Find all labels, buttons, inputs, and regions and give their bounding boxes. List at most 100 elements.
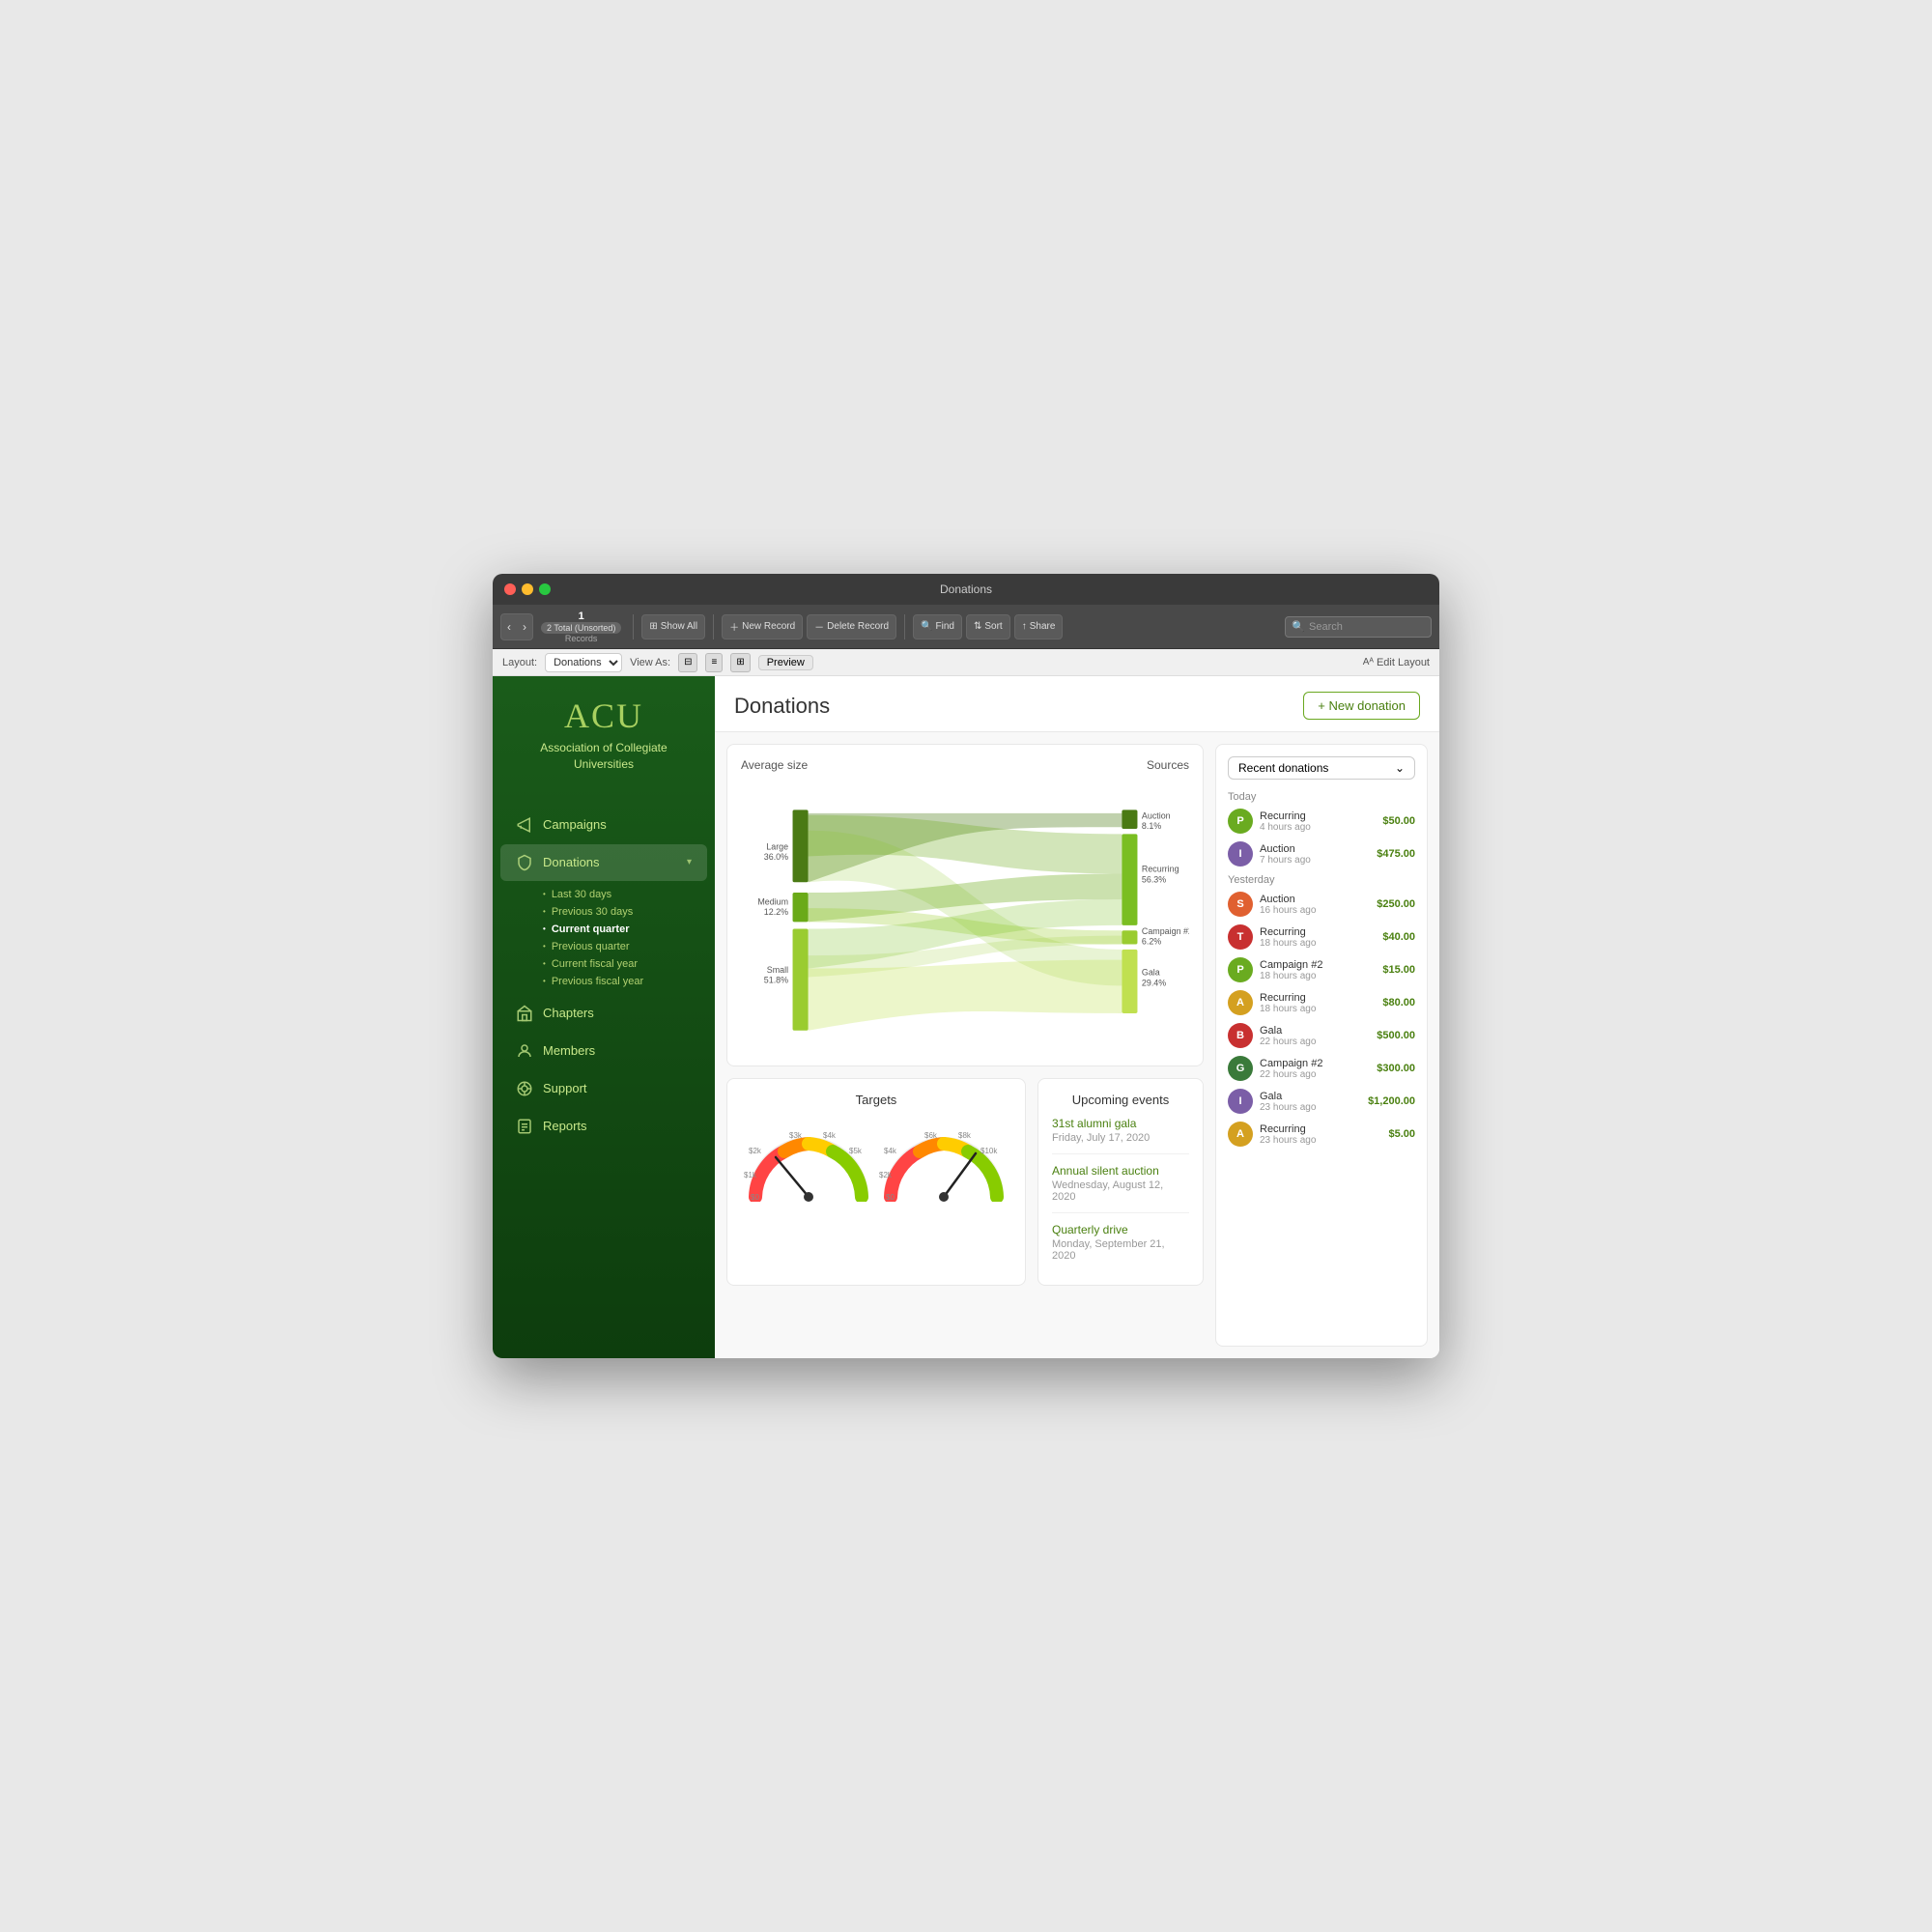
event-item-2: Quarterly drive Monday, September 21, 20… — [1052, 1223, 1189, 1271]
donation-amount-a1: $80.00 — [1382, 997, 1415, 1009]
svg-text:$5k: $5k — [849, 1147, 863, 1155]
sub-nav-prev-fiscal[interactable]: Previous fiscal year — [535, 973, 715, 990]
records-info: 1 2 Total (Unsorted) Records — [541, 611, 621, 643]
close-button[interactable] — [504, 583, 516, 595]
chart-header: Average size Sources — [741, 758, 1189, 772]
toolbar-separator-2 — [713, 614, 714, 639]
event-date-0: Friday, July 17, 2020 — [1052, 1132, 1189, 1144]
sub-nav-last30[interactable]: Last 30 days — [535, 886, 715, 903]
back-button[interactable]: ‹ — [501, 614, 517, 639]
svg-text:$4k: $4k — [884, 1147, 897, 1155]
sub-nav-label: Previous fiscal year — [552, 976, 643, 987]
view-list-button[interactable]: ≡ — [705, 653, 723, 672]
sidebar-item-chapters[interactable]: Chapters — [500, 995, 707, 1032]
donation-time-a1: 18 hours ago — [1260, 1004, 1376, 1014]
edit-layout-button[interactable]: Aᴬ Edit Layout — [1363, 657, 1430, 668]
content-header: Donations + New donation — [715, 676, 1439, 732]
recent-donations-dropdown[interactable]: Recent donations ⌄ — [1228, 756, 1415, 780]
donation-amount-a2: $5.00 — [1388, 1128, 1415, 1140]
sidebar-item-members[interactable]: Members — [500, 1033, 707, 1069]
chevron-down-icon: ▾ — [687, 857, 692, 867]
event-name-2[interactable]: Quarterly drive — [1052, 1223, 1189, 1236]
layout-select[interactable]: Donations — [545, 653, 622, 672]
svg-text:$0: $0 — [751, 1193, 759, 1202]
minimize-button[interactable] — [522, 583, 533, 595]
delete-record-label: Delete Record — [827, 621, 889, 632]
sort-label: Sort — [984, 621, 1002, 632]
donation-amount-b: $500.00 — [1377, 1030, 1415, 1041]
today-label: Today — [1228, 791, 1415, 803]
recent-header: Recent donations ⌄ — [1228, 756, 1415, 780]
sub-nav-current-fiscal[interactable]: Current fiscal year — [535, 955, 715, 973]
maximize-button[interactable] — [539, 583, 551, 595]
donor-avatar-a2: A — [1228, 1122, 1253, 1147]
sidebar-item-support[interactable]: Support — [500, 1070, 707, 1107]
bottom-panels: Targets — [726, 1078, 1204, 1286]
sub-nav-prev-quarter[interactable]: Previous quarter — [535, 938, 715, 955]
delete-record-button[interactable]: － Delete Record — [807, 614, 896, 639]
donation-info-a1: Recurring 18 hours ago — [1260, 992, 1376, 1014]
sub-nav-label: Last 30 days — [552, 889, 611, 900]
donation-amount-s: $250.00 — [1377, 898, 1415, 910]
megaphone-icon — [516, 816, 533, 834]
find-label: Find — [936, 621, 954, 632]
event-name-0[interactable]: 31st alumni gala — [1052, 1117, 1189, 1130]
show-all-button[interactable]: ⊞ Show All — [641, 614, 705, 639]
sort-button[interactable]: ⇅ Sort — [966, 614, 1010, 639]
members-label: Members — [543, 1043, 595, 1058]
right-panel: Recent donations ⌄ Today P Recurring 4 h… — [1215, 744, 1428, 1347]
support-icon — [516, 1080, 533, 1097]
gauge-2-svg: $0 $2k $4k $6k $8k $10k — [876, 1124, 1011, 1202]
svg-text:$2k: $2k — [749, 1147, 762, 1155]
new-donation-button[interactable]: + New donation — [1303, 692, 1420, 720]
donation-info-p1: Recurring 4 hours ago — [1260, 810, 1376, 833]
layout-label: Layout: — [502, 657, 537, 668]
sankey-svg: Large 36.0% Medium 12.2% Small 51.8% Auc… — [741, 781, 1189, 1052]
sidebar-item-campaigns[interactable]: Campaigns — [500, 807, 707, 843]
support-label: Support — [543, 1081, 587, 1095]
view-form-button[interactable]: ⊟ — [678, 653, 697, 672]
sub-nav-current-quarter[interactable]: Current quarter — [535, 921, 715, 938]
preview-button[interactable]: Preview — [758, 655, 813, 670]
donation-time-i2: 23 hours ago — [1260, 1102, 1361, 1113]
yesterday-section: Yesterday S Auction 16 hours ago $250.00… — [1228, 874, 1415, 1147]
donor-avatar-p1: P — [1228, 809, 1253, 834]
donation-amount-p2: $15.00 — [1382, 964, 1415, 976]
share-icon: ↑ — [1022, 621, 1027, 632]
event-item-0: 31st alumni gala Friday, July 17, 2020 — [1052, 1117, 1189, 1154]
event-name-1[interactable]: Annual silent auction — [1052, 1164, 1189, 1178]
donations-label: Donations — [543, 855, 600, 869]
page-title: Donations — [734, 694, 830, 719]
svg-text:$4k: $4k — [823, 1131, 837, 1140]
traffic-lights — [504, 583, 551, 595]
forward-button[interactable]: › — [517, 614, 532, 639]
donor-avatar-a1: A — [1228, 990, 1253, 1015]
donation-item-p1: P Recurring 4 hours ago $50.00 — [1228, 809, 1415, 834]
donation-type-a1: Recurring — [1260, 992, 1376, 1004]
new-record-button[interactable]: ＋ New Record — [722, 614, 803, 639]
donation-type-p2: Campaign #2 — [1260, 959, 1376, 971]
sidebar-item-reports[interactable]: Reports — [500, 1108, 707, 1145]
svg-text:6.2%: 6.2% — [1142, 937, 1161, 947]
share-button[interactable]: ↑ Share — [1014, 614, 1064, 639]
view-table-button[interactable]: ⊞ — [730, 653, 750, 672]
view-as-label: View As: — [630, 657, 670, 668]
donation-item-a1: A Recurring 18 hours ago $80.00 — [1228, 990, 1415, 1015]
donation-type-t: Recurring — [1260, 926, 1376, 938]
donation-time-a2: 23 hours ago — [1260, 1135, 1381, 1146]
donation-info-t: Recurring 18 hours ago — [1260, 926, 1376, 949]
donation-type-b: Gala — [1260, 1025, 1370, 1037]
svg-text:$8k: $8k — [958, 1131, 972, 1140]
sub-nav-label: Previous 30 days — [552, 906, 633, 918]
find-button[interactable]: 🔍 Find — [913, 614, 962, 639]
donation-info-a2: Recurring 23 hours ago — [1260, 1123, 1381, 1146]
sidebar-item-donations[interactable]: Donations ▾ — [500, 844, 707, 881]
donation-info-b: Gala 22 hours ago — [1260, 1025, 1370, 1047]
donation-item-a2: A Recurring 23 hours ago $5.00 — [1228, 1122, 1415, 1147]
share-label: Share — [1030, 621, 1056, 632]
events-panel: Upcoming events 31st alumni gala Friday,… — [1037, 1078, 1204, 1286]
sub-nav-prev30[interactable]: Previous 30 days — [535, 903, 715, 921]
search-field[interactable]: 🔍 — [1285, 616, 1432, 638]
search-input[interactable] — [1309, 621, 1425, 633]
chapters-label: Chapters — [543, 1006, 594, 1020]
